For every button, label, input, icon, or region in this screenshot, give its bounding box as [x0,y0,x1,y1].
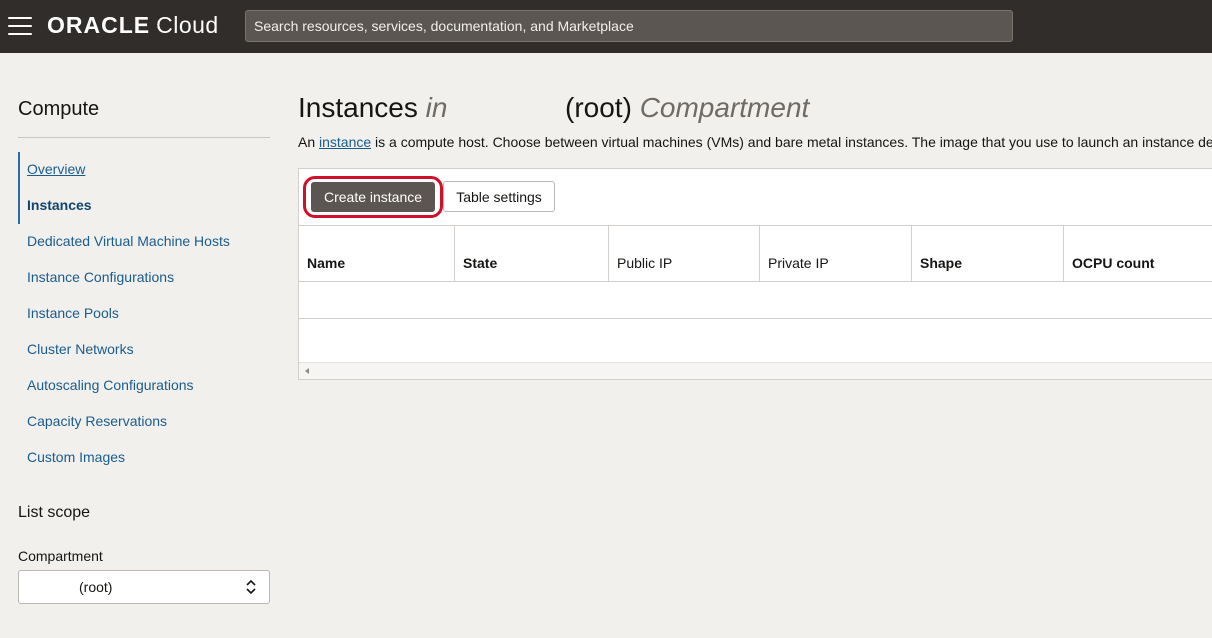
sidebar-nav: Overview Instances Dedicated Virtual Mac… [18,152,270,476]
search-input[interactable] [245,10,1013,42]
chevron-up-down-icon [246,579,256,595]
column-header-shape[interactable]: Shape [912,226,1064,281]
sidebar-divider [18,137,270,138]
sidebar-item-instance-configurations[interactable]: Instance Configurations [18,260,270,296]
desc-prefix: An [298,134,320,150]
scroll-left-arrow-icon[interactable] [305,368,309,374]
logo-oracle-text: ORACLE [47,12,151,38]
column-header-ocpu-count[interactable]: OCPU count [1064,226,1212,281]
sidebar-item-capacity-reservations[interactable]: Capacity Reservations [18,404,270,440]
title-instances: Instances [298,92,418,123]
list-scope-heading: List scope [18,504,91,521]
compartment-label: Compartment [18,548,103,564]
oracle-cloud-logo[interactable]: ORACLE Cloud [47,12,219,39]
column-header-name[interactable]: Name [299,226,455,281]
logo-cloud-text: Cloud [156,12,219,38]
sidebar-item-cluster-networks[interactable]: Cluster Networks [18,332,270,368]
table-row [299,282,1212,319]
table-header: Name State Public IP Private IP Shape OC… [299,225,1212,282]
instances-table-panel: Create instance Table settings Name Stat… [298,168,1212,380]
column-header-public-ip: Public IP [609,226,760,281]
page-description: An instance is a compute host. Choose be… [298,134,1212,150]
compartment-select[interactable]: (root) [18,570,270,604]
desc-suffix: is a compute host. Choose between virtua… [371,134,1212,150]
title-in: in [425,92,448,123]
horizontal-scrollbar[interactable] [299,362,1212,379]
sidebar-item-dedicated-vm-hosts[interactable]: Dedicated Virtual Machine Hosts [18,224,270,260]
create-instance-button[interactable]: Create instance [311,182,435,212]
top-navigation-bar: ORACLE Cloud [0,0,1212,53]
instance-link[interactable]: instance [319,134,371,150]
table-settings-button[interactable]: Table settings [443,181,555,212]
sidebar-item-instances[interactable]: Instances [18,188,270,224]
sidebar-title: Compute [18,98,100,120]
title-root: (root) [565,92,632,123]
page-title: Instances in (root) Compartment [298,92,809,124]
sidebar-item-overview[interactable]: Overview [18,152,270,188]
sidebar-item-autoscaling-configurations[interactable]: Autoscaling Configurations [18,368,270,404]
sidebar-item-instance-pools[interactable]: Instance Pools [18,296,270,332]
column-header-state[interactable]: State [455,226,609,281]
column-header-private-ip: Private IP [760,226,912,281]
compartment-select-value: (root) [79,579,113,595]
sidebar-item-custom-images[interactable]: Custom Images [18,440,270,476]
title-compartment: Compartment [639,92,810,123]
menu-icon[interactable] [8,17,32,35]
